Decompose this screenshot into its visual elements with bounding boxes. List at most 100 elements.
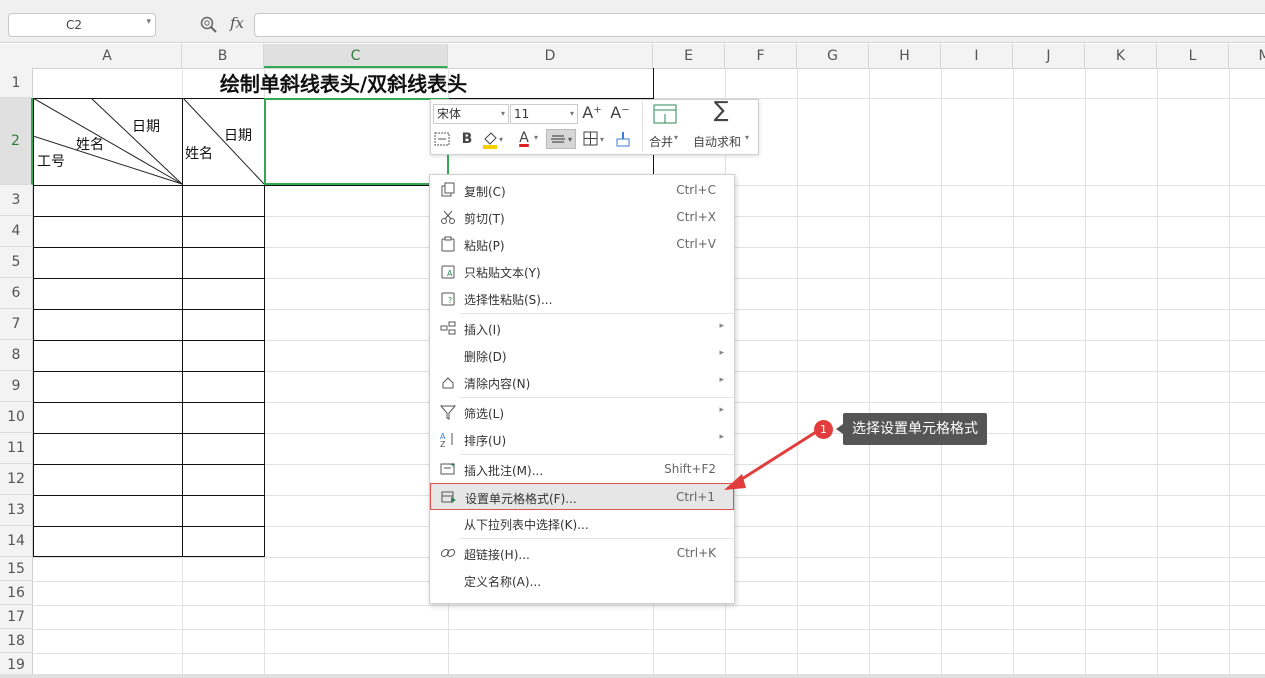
font-color-button[interactable]: A: [517, 128, 531, 148]
row-header-6[interactable]: 6: [0, 278, 33, 309]
menu-item[interactable]: 从下拉列表中选择(K)...: [430, 510, 734, 537]
format-painter-icon[interactable]: [612, 128, 634, 150]
row-header-15[interactable]: 15: [0, 557, 33, 581]
row-header-11[interactable]: 11: [0, 433, 33, 464]
comment-icon: +: [440, 461, 456, 475]
shrink-font-button[interactable]: A⁻: [610, 103, 630, 123]
gridline: [1229, 68, 1230, 678]
formula-input[interactable]: [254, 13, 1265, 37]
menu-separator: [460, 313, 734, 314]
column-header-j[interactable]: J: [1013, 44, 1085, 68]
chevron-down-icon[interactable]: ▾: [745, 133, 749, 142]
row-header-8[interactable]: 8: [0, 340, 33, 371]
column-header-l[interactable]: L: [1157, 44, 1229, 68]
menu-item[interactable]: 删除(D) ▸: [430, 342, 734, 369]
row-header-7[interactable]: 7: [0, 309, 33, 340]
menu-item[interactable]: 筛选(L) ▸: [430, 399, 734, 426]
menu-item-label: 插入批注(M)...: [464, 464, 544, 478]
menu-item[interactable]: 粘贴(P) Ctrl+V: [430, 231, 734, 258]
chevron-down-icon[interactable]: ▾: [531, 128, 541, 148]
horizontal-scrollbar[interactable]: [0, 674, 1265, 678]
gridline: [33, 653, 1265, 654]
align-center-icon: ▾: [551, 135, 572, 144]
fill-color-icon[interactable]: ▾: [480, 128, 506, 150]
merge-icon[interactable]: [652, 103, 678, 125]
name-box-dropdown-icon[interactable]: ▾: [146, 17, 151, 27]
row-header-10[interactable]: 10: [0, 402, 33, 433]
chevron-right-icon: ▸: [719, 348, 724, 358]
font-name-select[interactable]: 宋体 ▾: [433, 104, 509, 124]
row-header-3[interactable]: 3: [0, 185, 33, 216]
column-header-a[interactable]: A: [33, 44, 182, 68]
step-badge: 1: [814, 420, 833, 439]
row-header-1[interactable]: 1: [0, 68, 33, 98]
row-header-18[interactable]: 18: [0, 629, 33, 653]
wrap-icon[interactable]: [431, 128, 453, 150]
menu-item-label: 筛选(L): [464, 407, 505, 421]
column-header-e[interactable]: E: [653, 44, 725, 68]
menu-item[interactable]: 超链接(H)... Ctrl+K: [430, 540, 734, 567]
row-header-17[interactable]: 17: [0, 605, 33, 629]
bold-button[interactable]: B: [459, 129, 475, 149]
align-center-button[interactable]: ▾: [546, 129, 576, 149]
column-header-f[interactable]: F: [725, 44, 797, 68]
autosum-label[interactable]: 自动求和: [693, 133, 741, 150]
column-header-h[interactable]: H: [869, 44, 941, 68]
svg-text:+: +: [450, 461, 456, 469]
chevron-down-icon[interactable]: ▾: [674, 133, 678, 142]
table-border: [33, 495, 265, 496]
menu-item-shortcut: Ctrl+1: [675, 490, 715, 504]
column-header-c[interactable]: C: [264, 44, 448, 68]
selected-cell-c2[interactable]: [264, 98, 449, 185]
merge-label[interactable]: 合并: [649, 133, 673, 150]
fx-button[interactable]: fx: [230, 14, 244, 32]
chevron-right-icon: ▸: [719, 375, 724, 385]
column-header-m[interactable]: M: [1229, 44, 1265, 68]
menu-item[interactable]: ? 选择性粘贴(S)...: [430, 285, 734, 312]
menu-item[interactable]: 定义名称(A)...: [430, 567, 734, 594]
copy-icon: [441, 182, 455, 197]
menu-item[interactable]: A 只粘贴文本(Y): [430, 258, 734, 285]
menu-item-label: 只粘贴文本(Y): [464, 266, 541, 280]
gridline: [797, 68, 798, 678]
column-header-g[interactable]: G: [797, 44, 869, 68]
menu-item[interactable]: 插入(I) ▸: [430, 315, 734, 342]
table-border: [33, 556, 265, 557]
column-header-b[interactable]: B: [182, 44, 264, 68]
gridline: [33, 605, 1265, 606]
menu-item-shortcut: Ctrl+C: [676, 183, 716, 197]
b2-name-label: 姓名: [185, 146, 213, 162]
table-border: [33, 309, 265, 310]
row-header-9[interactable]: 9: [0, 371, 33, 402]
row-header-5[interactable]: 5: [0, 247, 33, 278]
menu-item[interactable]: 复制(C) Ctrl+C: [430, 177, 734, 204]
chevron-down-icon: ▾: [569, 109, 574, 118]
sigma-icon[interactable]: ∑: [709, 100, 733, 122]
font-name-value: 宋体: [437, 107, 462, 121]
row-header-16[interactable]: 16: [0, 581, 33, 605]
grow-font-button[interactable]: A⁺: [582, 103, 602, 123]
sheet-title[interactable]: 绘制单斜线表头/双斜线表头: [34, 69, 653, 99]
row-header-2[interactable]: 2: [0, 98, 33, 185]
paste-special-icon: ?: [441, 292, 455, 306]
row-header-12[interactable]: 12: [0, 464, 33, 495]
menu-item[interactable]: 清除内容(N) ▸: [430, 369, 734, 396]
menu-item[interactable]: + 插入批注(M)... Shift+F2: [430, 456, 734, 483]
row-header-13[interactable]: 13: [0, 495, 33, 526]
scissors-icon: [441, 210, 455, 224]
menu-item-label: 选择性粘贴(S)...: [464, 293, 553, 307]
menu-item[interactable]: 剪切(T) Ctrl+X: [430, 204, 734, 231]
column-header-k[interactable]: K: [1085, 44, 1157, 68]
name-box[interactable]: C2 ▾: [8, 13, 156, 37]
menu-item[interactable]: 设置单元格格式(F)... Ctrl+1: [430, 483, 734, 510]
font-size-select[interactable]: 11 ▾: [510, 104, 578, 124]
row-header-14[interactable]: 14: [0, 526, 33, 557]
row-header-4[interactable]: 4: [0, 216, 33, 247]
border-icon[interactable]: ▾: [581, 128, 607, 150]
column-header-d[interactable]: D: [448, 44, 653, 68]
zoom-icon[interactable]: [200, 16, 218, 34]
menu-separator: [460, 454, 734, 455]
menu-item[interactable]: A Z 排序(U) ▸: [430, 426, 734, 453]
column-header-i[interactable]: I: [941, 44, 1013, 68]
annotation-arrow: [724, 430, 817, 490]
